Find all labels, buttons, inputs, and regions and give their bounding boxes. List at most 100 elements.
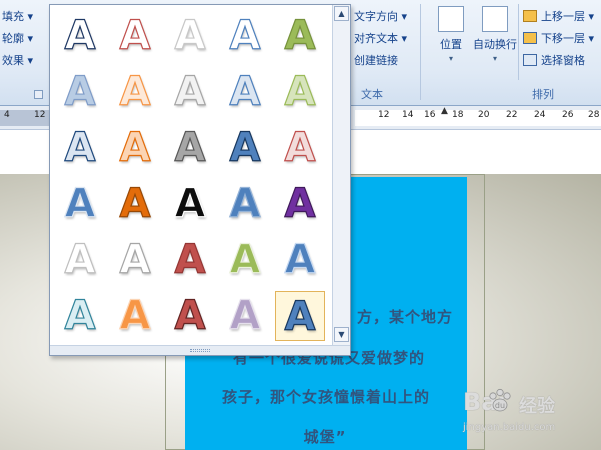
wordart-style-r3c2[interactable]: A xyxy=(110,123,160,173)
wordart-letter: A xyxy=(64,292,96,339)
dropdown-arrow-icon: ▾ xyxy=(588,32,595,45)
wordart-style-r1c1[interactable]: A xyxy=(55,11,105,61)
wordart-style-r4c3[interactable]: A xyxy=(165,179,215,229)
wrap-text-label: 自动换行 xyxy=(473,38,517,51)
wordart-style-r6c1[interactable]: A xyxy=(55,291,105,341)
wordart-letter: A xyxy=(284,236,316,283)
text-group-label: 文本 xyxy=(361,88,383,101)
wordart-style-r2c2[interactable]: A xyxy=(110,67,160,117)
send-backward-icon xyxy=(523,32,537,44)
wordart-style-r3c4[interactable]: A xyxy=(220,123,270,173)
gallery-scrollbar[interactable]: ▲ ▼ xyxy=(332,5,350,345)
text-line: 方，某个地方 xyxy=(356,308,453,326)
resize-grip-icon xyxy=(190,349,210,352)
wordart-letter: A xyxy=(64,180,96,227)
shape-outline-label: 轮廓 xyxy=(2,32,24,45)
create-link-button[interactable]: 创建链接 xyxy=(354,52,398,68)
wordart-letter: A xyxy=(119,236,151,283)
wordart-style-r6c4[interactable]: A xyxy=(220,291,270,341)
wordart-style-r2c5[interactable]: A xyxy=(275,67,325,117)
ruler-tick-label: 26 xyxy=(562,110,574,120)
wordart-style-r5c2[interactable]: A xyxy=(110,235,160,285)
wordart-style-r1c5[interactable]: A xyxy=(275,11,325,61)
dropdown-arrow-icon: ▾ xyxy=(492,54,497,63)
wordart-letter: A xyxy=(119,180,151,227)
watermark-brand-2: 经验 xyxy=(519,396,555,417)
position-label: 位置 xyxy=(440,38,462,51)
send-backward-button[interactable]: 下移一层 ▾ xyxy=(523,30,594,46)
bring-forward-icon xyxy=(523,10,537,22)
wordart-letter: A xyxy=(229,124,261,171)
wordart-style-r4c5[interactable]: A xyxy=(275,179,325,229)
wordart-letter: A xyxy=(119,12,151,59)
ruler-tick-label: 4 xyxy=(4,110,10,120)
wordart-style-r3c3[interactable]: A xyxy=(165,123,215,173)
svg-text:du: du xyxy=(495,401,505,410)
wordart-letter: A xyxy=(64,236,96,283)
ruler-tick-label: 28 xyxy=(588,110,600,120)
indent-marker-icon[interactable]: ▲ xyxy=(441,106,448,116)
wordart-style-r6c5[interactable]: A xyxy=(275,291,325,341)
shape-effects-button[interactable]: 效果 ▾ xyxy=(2,52,33,68)
group-separator xyxy=(420,4,421,100)
wordart-letter: A xyxy=(119,292,151,339)
align-text-label: 对齐文本 xyxy=(354,32,398,45)
wordart-letter: A xyxy=(64,124,96,171)
wordart-style-gallery[interactable]: AAAAAAAAAAAAAAAAAAAAAAAAAAAAAA ▲ ▼ xyxy=(49,4,351,356)
ruler-tick-label: 20 xyxy=(478,110,490,120)
dropdown-arrow-icon: ▾ xyxy=(588,10,595,23)
scroll-down-icon[interactable]: ▼ xyxy=(334,327,349,342)
wordart-style-r4c1[interactable]: A xyxy=(55,179,105,229)
selection-pane-label: 选择窗格 xyxy=(541,54,585,67)
wordart-style-r1c3[interactable]: A xyxy=(165,11,215,61)
shape-fill-button[interactable]: 填充 ▾ xyxy=(2,8,33,24)
wordart-letter: A xyxy=(119,68,151,115)
text-direction-button[interactable]: 文字方向 ▾ xyxy=(354,8,407,24)
wordart-letter: A xyxy=(174,124,206,171)
position-icon xyxy=(438,6,464,32)
dropdown-arrow-icon: ▾ xyxy=(27,10,34,23)
wordart-style-r4c2[interactable]: A xyxy=(110,179,160,229)
create-link-label: 创建链接 xyxy=(354,54,398,67)
wordart-letter: A xyxy=(174,292,206,339)
gallery-resize-handle[interactable] xyxy=(50,345,350,355)
wrap-text-icon xyxy=(482,6,508,32)
wordart-style-r3c5[interactable]: A xyxy=(275,123,325,173)
paw-logo-icon: du xyxy=(489,388,511,412)
wordart-style-r2c1[interactable]: A xyxy=(55,67,105,117)
wordart-style-r6c3[interactable]: A xyxy=(165,291,215,341)
dropdown-arrow-icon: ▾ xyxy=(401,32,408,45)
wordart-letter: A xyxy=(119,124,151,171)
ruler-tick-label: 18 xyxy=(452,110,464,120)
wordart-letter: A xyxy=(229,236,261,283)
wordart-letter: A xyxy=(284,124,316,171)
dropdown-arrow-icon: ▾ xyxy=(27,54,34,67)
dialog-launcher-icon[interactable] xyxy=(34,90,43,99)
shape-effects-label: 效果 xyxy=(2,54,24,67)
selection-pane-button[interactable]: 选择窗格 xyxy=(523,52,585,68)
wordart-style-r4c4[interactable]: A xyxy=(220,179,270,229)
scroll-up-icon[interactable]: ▲ xyxy=(334,6,349,21)
wordart-style-r6c2[interactable]: A xyxy=(110,291,160,341)
align-text-button[interactable]: 对齐文本 ▾ xyxy=(354,30,407,46)
wordart-style-r2c4[interactable]: A xyxy=(220,67,270,117)
bring-forward-button[interactable]: 上移一层 ▾ xyxy=(523,8,594,24)
send-backward-label: 下移一层 xyxy=(541,32,585,45)
shape-outline-button[interactable]: 轮廓 ▾ xyxy=(2,30,33,46)
wordart-style-r5c1[interactable]: A xyxy=(55,235,105,285)
wordart-style-r5c4[interactable]: A xyxy=(220,235,270,285)
wordart-style-r5c5[interactable]: A xyxy=(275,235,325,285)
wordart-style-r2c3[interactable]: A xyxy=(165,67,215,117)
wordart-style-r1c2[interactable]: A xyxy=(110,11,160,61)
dropdown-arrow-icon: ▾ xyxy=(401,10,408,23)
wordart-style-r3c1[interactable]: A xyxy=(55,123,105,173)
text-line: 城堡” xyxy=(303,428,347,446)
ruler-tick-label: 16 xyxy=(424,110,436,120)
ruler-tick-label: 24 xyxy=(534,110,546,120)
wrap-text-button[interactable]: 自动换行 ▾ xyxy=(468,4,522,74)
wordart-style-r5c3[interactable]: A xyxy=(165,235,215,285)
selection-pane-icon xyxy=(523,54,537,66)
wordart-style-r1c4[interactable]: A xyxy=(220,11,270,61)
wordart-letter: A xyxy=(229,12,261,59)
bring-forward-label: 上移一层 xyxy=(541,10,585,23)
